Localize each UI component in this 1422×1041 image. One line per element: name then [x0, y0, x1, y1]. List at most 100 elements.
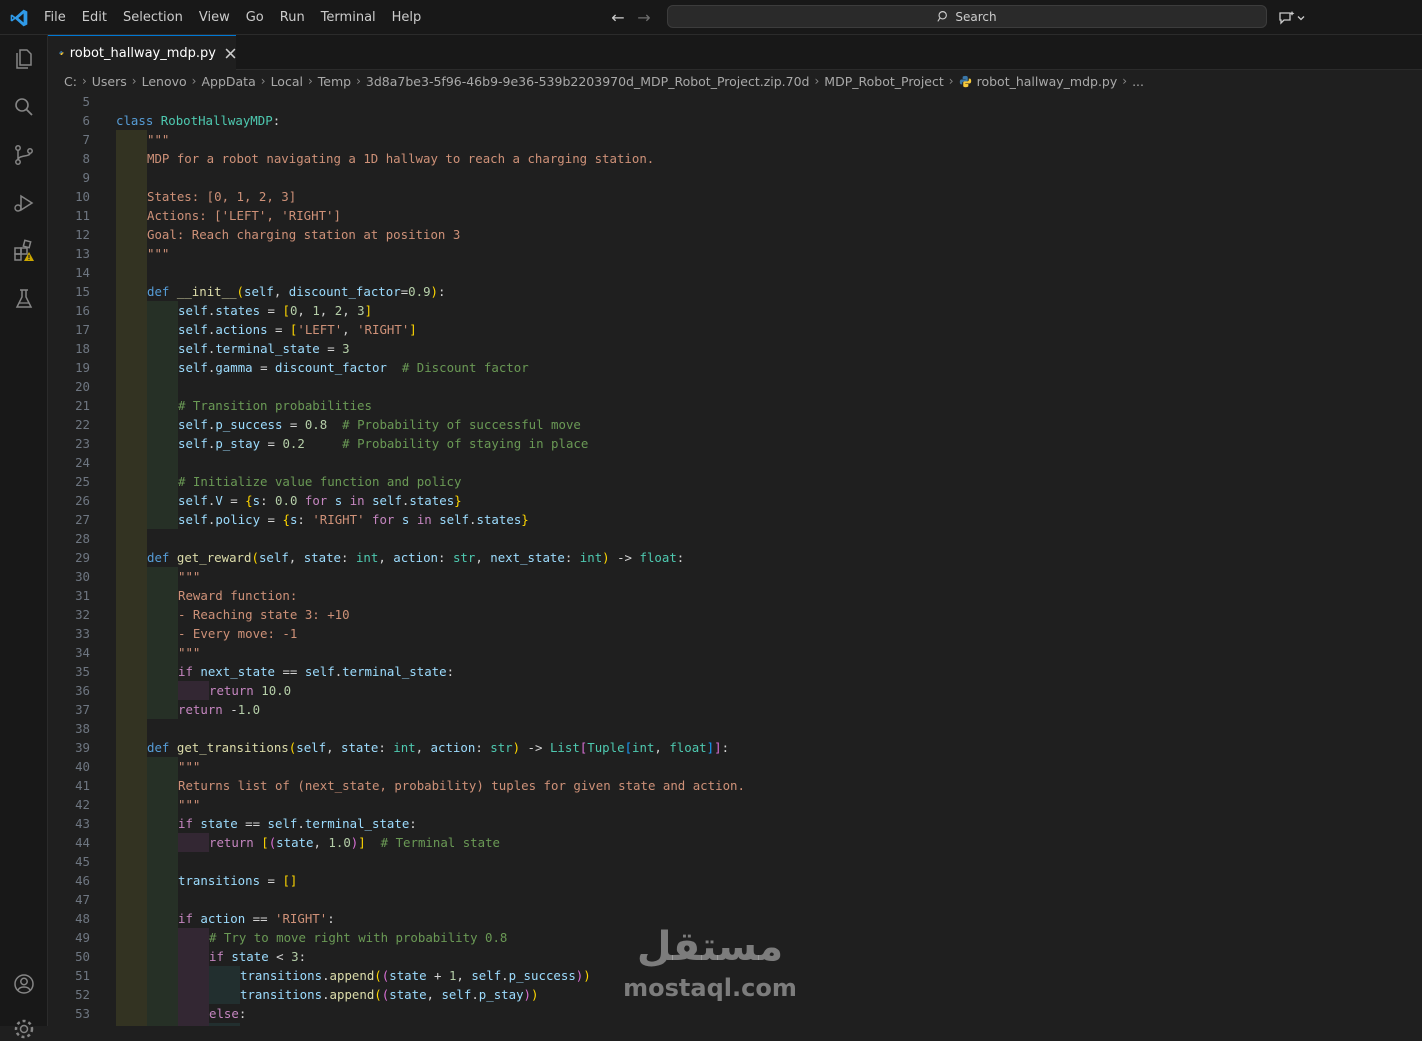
code-line[interactable]: 16 self.states = [0, 1, 2, 3]	[48, 301, 1422, 320]
code-line[interactable]: 42 """	[48, 795, 1422, 814]
code-line[interactable]: 30 """	[48, 567, 1422, 586]
code-line[interactable]: 21 # Transition probabilities	[48, 396, 1422, 415]
breadcrumb-lenovo[interactable]: Lenovo	[142, 74, 187, 89]
code-line[interactable]: 44 return [(state, 1.0)] # Terminal state	[48, 833, 1422, 852]
code-token: [	[624, 740, 633, 755]
breadcrumb-local[interactable]: Local	[271, 74, 303, 89]
code-token: 0.9	[408, 284, 431, 299]
code-token: :	[297, 512, 313, 527]
breadcrumb-project[interactable]: MDP_Robot_Project	[824, 74, 943, 89]
code-line[interactable]: 28	[48, 529, 1422, 548]
code-line[interactable]: 38	[48, 719, 1422, 738]
indent-guide	[116, 415, 147, 434]
code-line[interactable]: 15 def __init__(self, discount_factor=0.9…	[48, 282, 1422, 301]
tab-robot-hallway-mdp[interactable]: robot_hallway_mdp.py	[48, 35, 236, 70]
code-text: self.gamma = discount_factor # Discount …	[178, 358, 529, 377]
accounts-icon[interactable]	[12, 972, 36, 996]
run-debug-icon[interactable]	[12, 191, 36, 215]
back-arrow-icon[interactable]: ←	[608, 8, 628, 28]
menu-go[interactable]: Go	[238, 5, 272, 31]
close-icon[interactable]	[225, 45, 236, 61]
vscode-logo-icon[interactable]	[9, 8, 29, 28]
code-line[interactable]: 43 if state == self.terminal_state:	[48, 814, 1422, 833]
code-line[interactable]: 41 Returns list of (next_state, probabili…	[48, 776, 1422, 795]
code-line[interactable]: 9	[48, 168, 1422, 187]
code-line[interactable]: 14	[48, 263, 1422, 282]
indent-guide	[209, 985, 240, 1004]
indent-guide	[116, 567, 147, 586]
source-control-icon[interactable]	[12, 143, 36, 167]
code-line[interactable]: 26 self.V = {s: 0.0 for s in self.states}	[48, 491, 1422, 510]
code-line[interactable]: 47	[48, 890, 1422, 909]
code-line[interactable]: 11 Actions: ['LEFT', 'RIGHT']	[48, 206, 1422, 225]
code-text: return [(state, 1.0)] # Terminal state	[209, 833, 500, 852]
code-line[interactable]: 53 else:	[48, 1004, 1422, 1023]
code-line[interactable]: 34 """	[48, 643, 1422, 662]
code-line[interactable]: 20	[48, 377, 1422, 396]
code-token: for	[372, 512, 395, 527]
menu-run[interactable]: Run	[272, 5, 313, 31]
code-line[interactable]: 46 transitions = []	[48, 871, 1422, 890]
breadcrumb-symbol[interactable]: ...	[1132, 74, 1144, 89]
code-token: ,	[313, 835, 329, 850]
code-line[interactable]: 36 return 10.0	[48, 681, 1422, 700]
code-line[interactable]: 35 if next_state == self.terminal_state:	[48, 662, 1422, 681]
search-icon[interactable]	[12, 95, 36, 119]
menu-terminal[interactable]: Terminal	[313, 5, 384, 31]
code-line[interactable]: 13 """	[48, 244, 1422, 263]
code-token: self	[178, 360, 208, 375]
code-line[interactable]: 32 - Reaching state 3: +10	[48, 605, 1422, 624]
code-line[interactable]: 37 return -1.0	[48, 700, 1422, 719]
menu-view[interactable]: View	[191, 5, 238, 31]
code-line[interactable]: 45	[48, 852, 1422, 871]
code-line[interactable]: 40 """	[48, 757, 1422, 776]
code-line[interactable]: 8 MDP for a robot navigating a 1D hallway…	[48, 149, 1422, 168]
chevron-right-icon: ›	[131, 74, 137, 88]
breadcrumb-users[interactable]: Users	[92, 74, 127, 89]
indent-guide	[116, 130, 147, 149]
copilot-chat-button[interactable]	[1278, 8, 1312, 28]
code-line[interactable]: 25 # Initialize value function and policy	[48, 472, 1422, 491]
code-line[interactable]: 31 Reward function:	[48, 586, 1422, 605]
code-line[interactable]: 22 self.p_success = 0.8 # Probability of …	[48, 415, 1422, 434]
code-line[interactable]: 23 self.p_stay = 0.2 # Probability of sta…	[48, 434, 1422, 453]
code-line[interactable]: 17 self.actions = ['LEFT', 'RIGHT']	[48, 320, 1422, 339]
breadcrumb-drive[interactable]: C:	[64, 74, 77, 89]
extensions-icon[interactable]	[12, 239, 36, 263]
code-line[interactable]: 19 self.gamma = discount_factor # Discoun…	[48, 358, 1422, 377]
menu-edit[interactable]: Edit	[74, 5, 115, 31]
code-editor[interactable]: 5 6 class RobotHallwayMDP: 7 """ 8 MDP for a r…	[48, 92, 1422, 1026]
line-number: 17	[75, 322, 90, 337]
code-line[interactable]: 18 self.terminal_state = 3	[48, 339, 1422, 358]
manage-icon[interactable]	[12, 1017, 36, 1041]
code-line[interactable]: 5	[48, 92, 1422, 111]
indent-guide	[116, 624, 147, 643]
code-line[interactable]: 39 def get_transitions(self, state: int, …	[48, 738, 1422, 757]
code-token: ,	[378, 550, 394, 565]
breadcrumb-zip-folder[interactable]: 3d8a7be3-5f96-46b9-9e36-539b2203970d_MDP…	[366, 74, 810, 89]
forward-arrow-icon[interactable]: →	[634, 8, 654, 28]
breadcrumb-file[interactable]: robot_hallway_mdp.py	[977, 74, 1118, 89]
indent-guide	[116, 890, 147, 909]
explorer-icon[interactable]	[12, 47, 36, 71]
code-line[interactable]: 12 Goal: Reach charging station at positi…	[48, 225, 1422, 244]
code-token: else	[209, 1006, 239, 1021]
breadcrumb-appdata[interactable]: AppData	[201, 74, 255, 89]
code-line[interactable]: 7 """	[48, 130, 1422, 149]
code-line[interactable]: 6 class RobotHallwayMDP:	[48, 111, 1422, 130]
breadcrumb-temp[interactable]: Temp	[318, 74, 351, 89]
code-line[interactable]: 10 States: [0, 1, 2, 3]	[48, 187, 1422, 206]
code-token: next_state	[200, 664, 275, 679]
code-token: if	[209, 949, 224, 964]
command-center-search[interactable]: Search	[667, 5, 1267, 28]
menu-selection[interactable]: Selection	[115, 5, 191, 31]
code-line[interactable]: 27 self.policy = {s: 'RIGHT' for s in sel…	[48, 510, 1422, 529]
menu-help[interactable]: Help	[384, 5, 430, 31]
testing-icon[interactable]	[12, 287, 36, 311]
code-line[interactable]: 24	[48, 453, 1422, 472]
code-line[interactable]: 29 def get_reward(self, state: int, actio…	[48, 548, 1422, 567]
code-line[interactable]: 33 - Every move: -1	[48, 624, 1422, 643]
code-token: state	[200, 816, 238, 831]
menu-file[interactable]: File	[36, 5, 74, 31]
